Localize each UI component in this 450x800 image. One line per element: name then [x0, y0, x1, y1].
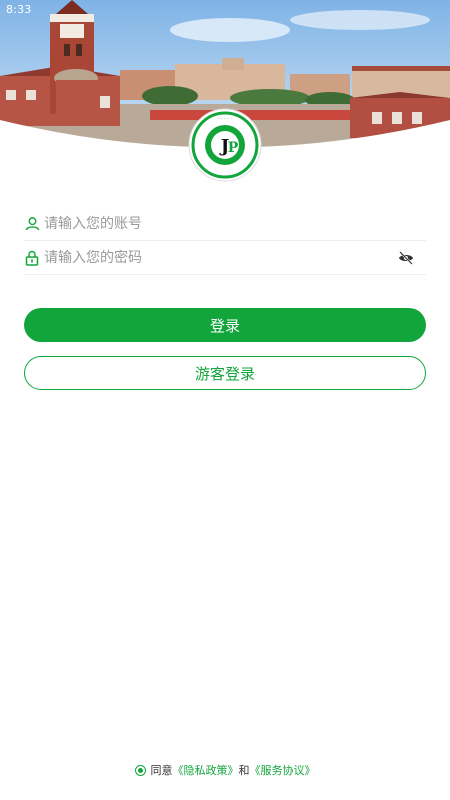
username-input[interactable] — [44, 208, 426, 239]
radio-selected-icon[interactable] — [134, 764, 146, 776]
svg-text:P: P — [228, 140, 239, 156]
service-agreement-link[interactable]: 《服务协议》 — [250, 762, 316, 778]
status-bar-time: 8:33 — [6, 3, 32, 16]
privacy-policy-link[interactable]: 《隐私政策》 — [173, 762, 239, 778]
login-button[interactable]: 登录 — [24, 308, 426, 342]
user-outline-icon — [24, 216, 40, 232]
agree-text: 同意 — [150, 764, 173, 777]
agreement-row: 同意 《隐私政策》 和 《服务协议》 — [0, 760, 450, 780]
password-input[interactable] — [44, 242, 396, 273]
svg-text:· · · · ·: · · · · · — [218, 116, 233, 122]
guest-login-button[interactable]: 游客登录 — [24, 356, 426, 390]
password-field — [24, 241, 426, 275]
lock-icon — [24, 250, 40, 266]
username-field — [24, 207, 426, 241]
school-logo: J P · · · · · — [188, 108, 262, 182]
eye-slash-icon[interactable] — [396, 248, 416, 268]
and-text: 和 — [238, 764, 250, 777]
